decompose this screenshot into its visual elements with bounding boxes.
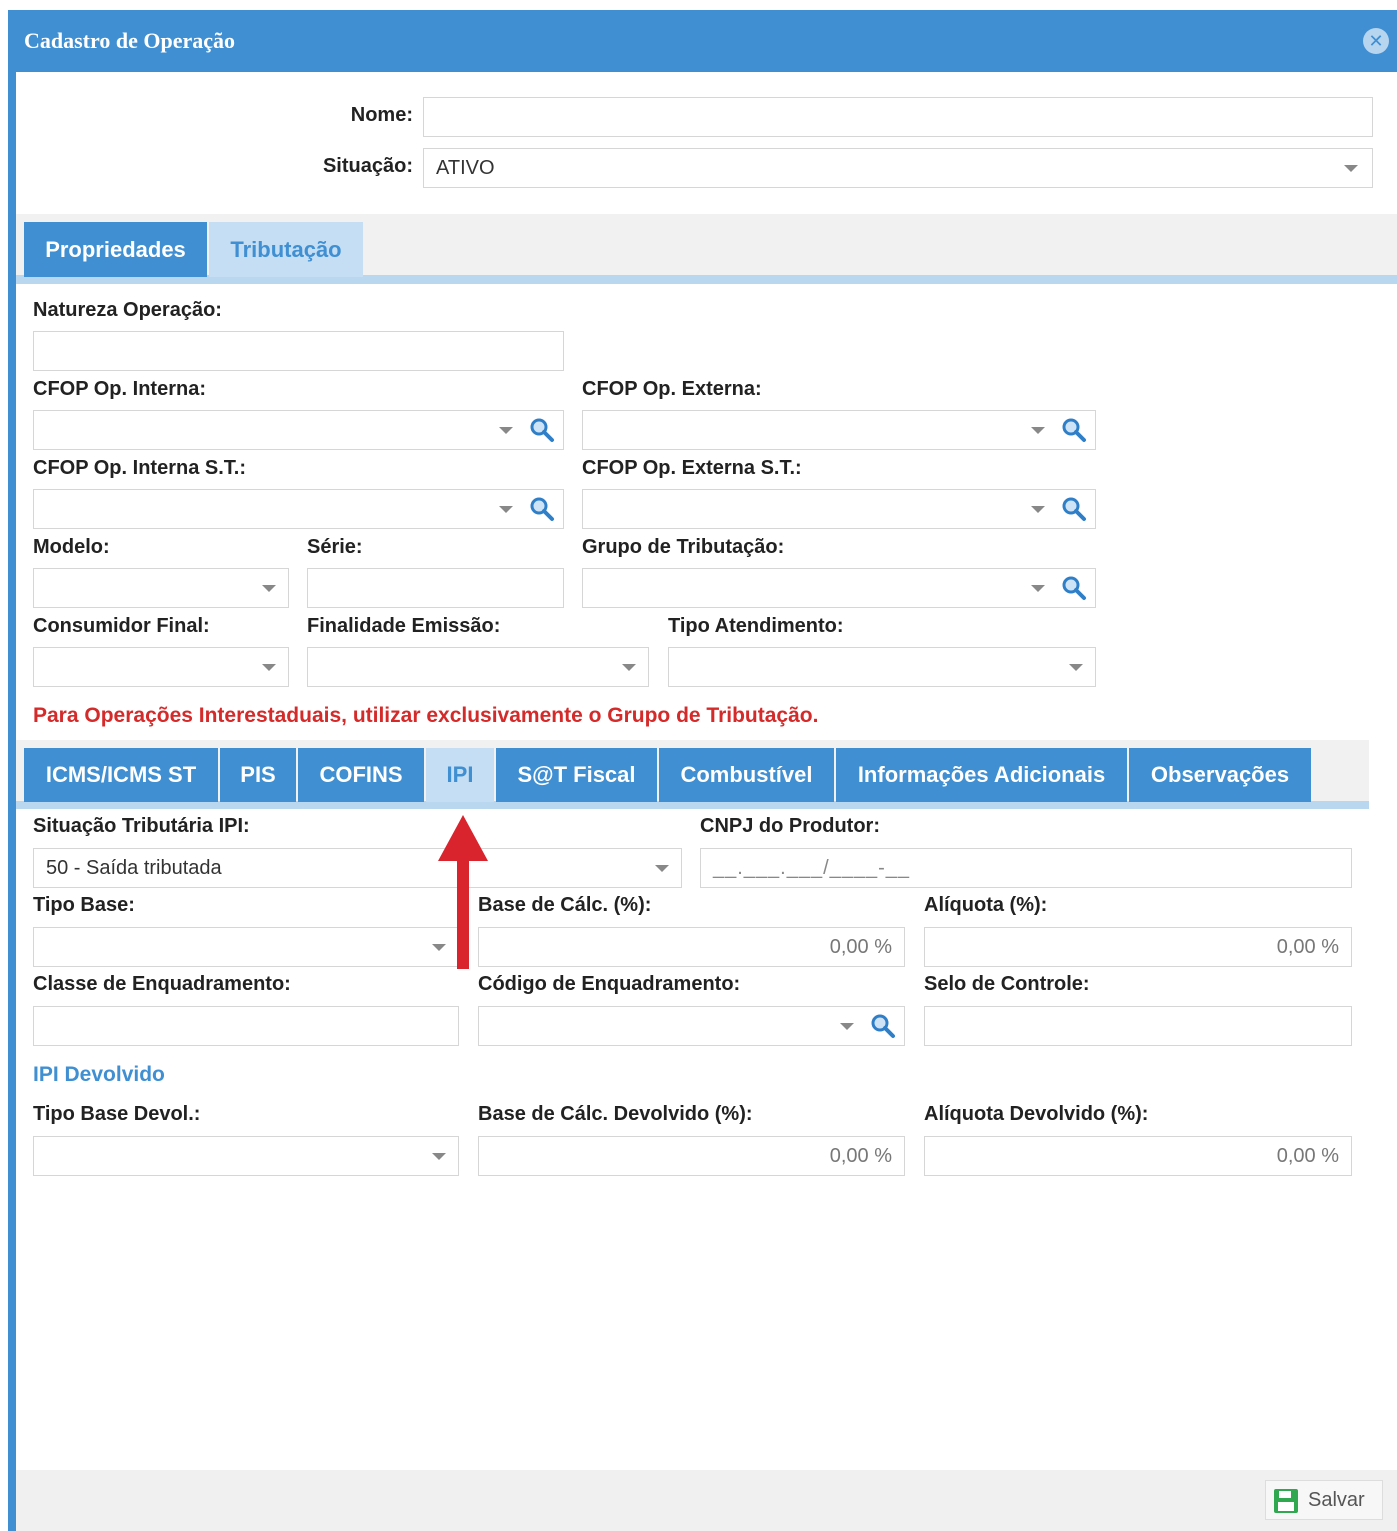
- search-icon[interactable]: [1061, 417, 1087, 443]
- tab-combustivel[interactable]: Combustível: [659, 748, 834, 802]
- serie-input[interactable]: [307, 568, 564, 608]
- base-calc-devol-label: Base de Cálc. Devolvido (%):: [478, 1103, 753, 1125]
- nome-input[interactable]: [423, 97, 1373, 137]
- cfop-externa-label: CFOP Op. Externa:: [582, 378, 762, 400]
- aliquota-devol-input[interactable]: 0,00 %: [924, 1136, 1352, 1176]
- grupo-tributacao-select[interactable]: [582, 568, 1096, 608]
- tipo-base-select[interactable]: [33, 927, 459, 967]
- situacao-tributaria-ipi-select[interactable]: 50 - Saída tributada: [33, 848, 682, 888]
- situacao-label: Situação:: [322, 155, 413, 177]
- cfop-interna-select[interactable]: [33, 410, 564, 450]
- tax-tab-underline: [16, 801, 1369, 809]
- annotation-arrow-icon: [438, 815, 488, 969]
- search-icon[interactable]: [529, 417, 555, 443]
- tipo-base-devol-select[interactable]: [33, 1136, 459, 1176]
- chevron-down-icon: [1031, 585, 1045, 592]
- cfop-interna-st-label: CFOP Op. Interna S.T.:: [33, 457, 246, 479]
- tab-pis[interactable]: PIS: [220, 748, 296, 802]
- chevron-down-icon: [499, 506, 513, 513]
- chevron-down-icon: [262, 585, 276, 592]
- aliquota-devol-label: Alíquota Devolvido (%):: [924, 1103, 1149, 1125]
- aliquota-input[interactable]: 0,00 %: [924, 927, 1352, 967]
- consumidor-final-label: Consumidor Final:: [33, 615, 210, 637]
- window-title: Cadastro de Operação: [24, 28, 236, 53]
- chevron-down-icon: [499, 427, 513, 434]
- chevron-down-icon: [1344, 165, 1358, 172]
- tipo-atendimento-label: Tipo Atendimento:: [668, 615, 844, 637]
- ipi-devolvido-heading: IPI Devolvido: [33, 1063, 165, 1086]
- chevron-down-icon: [840, 1023, 854, 1030]
- tab-informacoes-adicionais[interactable]: Informações Adicionais: [836, 748, 1127, 802]
- close-icon[interactable]: ✕: [1363, 28, 1389, 54]
- save-button-label: Salvar: [1308, 1489, 1365, 1511]
- cfop-interna-st-select[interactable]: [33, 489, 564, 529]
- search-icon[interactable]: [1061, 496, 1087, 522]
- tipo-atendimento-select[interactable]: [668, 647, 1096, 687]
- base-calc-label: Base de Cálc. (%):: [478, 894, 652, 916]
- titlebar: Cadastro de Operação ✕: [8, 10, 1397, 72]
- aliquota-label: Alíquota (%):: [924, 894, 1048, 916]
- selo-controle-label: Selo de Controle:: [924, 973, 1090, 995]
- search-icon[interactable]: [1061, 575, 1087, 601]
- situacao-tributaria-ipi-label: Situação Tributária IPI:: [33, 815, 250, 837]
- chevron-down-icon: [432, 1153, 446, 1160]
- finalidade-emissao-select[interactable]: [307, 647, 649, 687]
- tab-cofins[interactable]: COFINS: [298, 748, 424, 802]
- classe-enquadramento-input[interactable]: [33, 1006, 459, 1046]
- cfop-interna-label: CFOP Op. Interna:: [33, 378, 206, 400]
- tab-propriedades[interactable]: Propriedades: [24, 222, 207, 277]
- search-icon[interactable]: [529, 496, 555, 522]
- natureza-label: Natureza Operação:: [33, 299, 222, 321]
- base-calc-devol-input[interactable]: 0,00 %: [478, 1136, 905, 1176]
- chevron-down-icon: [1031, 506, 1045, 513]
- selo-controle-input[interactable]: [924, 1006, 1352, 1046]
- footer-bar: [16, 1470, 1397, 1531]
- tab-observacoes[interactable]: Observações: [1129, 748, 1311, 802]
- tab-tributacao[interactable]: Tributação: [209, 222, 363, 277]
- tab-ipi[interactable]: IPI: [426, 748, 494, 802]
- chevron-down-icon: [262, 664, 276, 671]
- tab-sat-fiscal[interactable]: S@T Fiscal: [496, 748, 657, 802]
- save-button[interactable]: Salvar: [1265, 1480, 1383, 1520]
- classe-enquadramento-label: Classe de Enquadramento:: [33, 973, 291, 995]
- chevron-down-icon: [1069, 664, 1083, 671]
- chevron-down-icon: [655, 865, 669, 872]
- situacao-select[interactable]: ATIVO: [423, 148, 1373, 188]
- consumidor-final-select[interactable]: [33, 647, 289, 687]
- modelo-label: Modelo:: [33, 536, 110, 558]
- codigo-enquadramento-label: Código de Enquadramento:: [478, 973, 741, 995]
- cfop-externa-select[interactable]: [582, 410, 1096, 450]
- cfop-externa-st-select[interactable]: [582, 489, 1096, 529]
- tipo-base-label: Tipo Base:: [33, 894, 135, 916]
- base-calc-input[interactable]: 0,00 %: [478, 927, 905, 967]
- search-icon[interactable]: [870, 1013, 896, 1039]
- serie-label: Série:: [307, 536, 363, 558]
- grupo-tributacao-label: Grupo de Tributação:: [582, 536, 785, 558]
- floppy-disk-icon: [1274, 1489, 1298, 1513]
- finalidade-emissao-label: Finalidade Emissão:: [307, 615, 501, 637]
- chevron-down-icon: [622, 664, 636, 671]
- tipo-base-devol-label: Tipo Base Devol.:: [33, 1103, 201, 1125]
- cfop-externa-st-label: CFOP Op. Externa S.T.:: [582, 457, 802, 479]
- natureza-input[interactable]: [33, 331, 564, 371]
- codigo-enquadramento-select[interactable]: [478, 1006, 905, 1046]
- interestadual-warning: Para Operações Interestaduais, utilizar …: [33, 704, 819, 727]
- nome-label: Nome:: [350, 104, 413, 126]
- cnpj-produtor-label: CNPJ do Produtor:: [700, 815, 880, 837]
- tab-icms[interactable]: ICMS/ICMS ST: [24, 748, 218, 802]
- chevron-down-icon: [1031, 427, 1045, 434]
- cnpj-produtor-input[interactable]: __.___.___/____-__: [700, 848, 1352, 888]
- modelo-select[interactable]: [33, 568, 289, 608]
